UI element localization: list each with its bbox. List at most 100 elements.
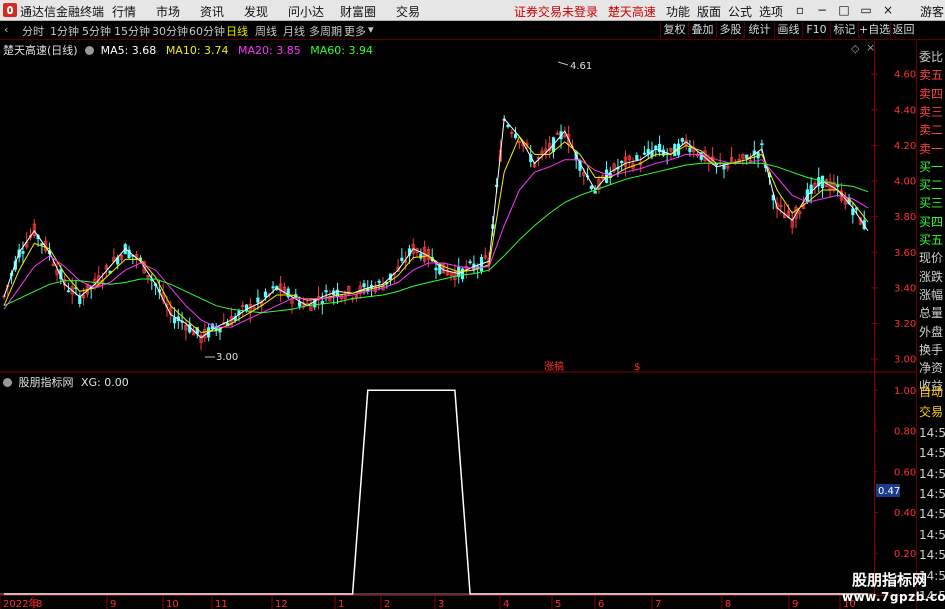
quote-row-label: 卖二	[919, 123, 944, 138]
title-bar: 通达信金融终端 行情 市场 资讯 发现 问小达 财富圈 交易 证券交易未登录 楚…	[0, 0, 945, 21]
menu-item-discover[interactable]: 发现	[244, 3, 268, 20]
menu-item-options[interactable]: 选项	[759, 3, 783, 20]
ma60-line	[3, 162, 869, 314]
quote-row-label: 涨跌	[919, 269, 944, 284]
tick-time: 14:56	[919, 507, 945, 522]
period-1min[interactable]: 1分钟	[50, 23, 79, 39]
high-marker-line	[557, 61, 569, 66]
quote-row-label: 卖三	[919, 104, 944, 119]
period-weekly[interactable]: 周线	[255, 23, 277, 39]
draw-line-button[interactable]: 画线	[774, 22, 802, 38]
quote-row-label: 净资	[919, 361, 944, 376]
menu-item-formula[interactable]: 公式	[728, 3, 752, 20]
kline-chart[interactable]: 4.60 4.40 4.20 4.00 3.80 3.60 3.40 3.20 3.00 1.00…	[0, 41, 916, 609]
quote-row-label: 买四	[919, 214, 944, 229]
period-30min[interactable]: 30分钟	[152, 23, 188, 39]
price-tick-label: 3.40	[894, 283, 916, 294]
more-dropdown-icon[interactable]: ▾	[368, 23, 374, 36]
price-tick-label: 3.00	[894, 355, 916, 366]
event-label[interactable]: 涨稿	[544, 360, 564, 373]
prev-arrow-icon[interactable]: ‹	[4, 23, 8, 36]
low-price-label: 3.00	[216, 352, 238, 363]
menu-item-ask-assistant[interactable]: 问小达	[288, 3, 324, 20]
date-tick-label: 9	[110, 599, 116, 609]
price-tick-label: 4.40	[894, 105, 916, 116]
period-monthly[interactable]: 月线	[283, 23, 305, 39]
add-watchlist-button[interactable]: +自选	[858, 22, 890, 38]
multi-stock-button[interactable]: 多股	[716, 22, 744, 38]
candle-body	[460, 268, 465, 280]
quote-row-label: 外盘	[919, 324, 944, 339]
period-60min[interactable]: 60分钟	[189, 23, 225, 39]
date-tick-label: 2	[384, 599, 390, 609]
menu-item-functions[interactable]: 功能	[666, 3, 690, 20]
candle-body	[745, 154, 749, 159]
date-tick-label: 12	[275, 599, 288, 609]
period-5min[interactable]: 5分钟	[82, 23, 111, 39]
statistics-button[interactable]: 统计	[744, 22, 774, 38]
menu-item-layout[interactable]: 版面	[697, 3, 721, 20]
date-tick-label: 1	[338, 599, 344, 609]
quote-row-label: 总量	[919, 306, 944, 321]
candle-body	[324, 290, 328, 293]
ma10-line	[3, 135, 869, 333]
price-tick-label: 3.20	[894, 319, 916, 330]
period-daily[interactable]: 日线	[226, 23, 248, 39]
f10-button[interactable]: F10	[802, 22, 830, 38]
auto-trade-label[interactable]: 交易	[919, 404, 943, 420]
candle-body	[40, 243, 44, 246]
candle-body	[468, 261, 472, 264]
stock-name-tab: 楚天高速	[607, 5, 656, 19]
indicator-tick-label: 0.20	[894, 549, 916, 560]
adjust-button[interactable]: 复权	[660, 22, 688, 38]
quote-row-label: 卖五	[919, 68, 944, 83]
quote-row-label: 涨幅	[919, 287, 944, 302]
candle-body	[589, 185, 593, 190]
app-logo-icon	[3, 3, 17, 17]
event-marker-icon[interactable]: $	[634, 362, 640, 373]
candle-body	[256, 297, 260, 303]
restore-icon[interactable]: ▭	[859, 3, 873, 17]
ma20-line	[3, 153, 869, 328]
candle-body	[593, 191, 597, 194]
quote-row-label: 委比	[919, 50, 944, 64]
watermark-url: www.7gpzb.com	[842, 590, 945, 604]
date-tick-label: 5	[555, 599, 561, 609]
date-tick-label: 4	[503, 599, 509, 609]
user-label[interactable]: 游客	[920, 3, 944, 20]
period-15min[interactable]: 15分钟	[114, 23, 150, 39]
candle-body	[21, 251, 25, 254]
menu-item-news[interactable]: 资讯	[200, 3, 224, 20]
minimize-icon[interactable]: −	[815, 3, 829, 17]
period-more[interactable]: 更多	[344, 23, 366, 39]
candle-body	[172, 317, 177, 324]
ma5-line	[3, 117, 869, 339]
period-multi[interactable]: 多周期	[309, 23, 342, 39]
candle-body	[362, 283, 366, 288]
back-button[interactable]: 返回	[890, 22, 916, 38]
tick-time: 14:56	[919, 466, 945, 481]
menu-dropdown-icon[interactable]: ▫	[793, 3, 807, 17]
period-intraday[interactable]: 分时	[22, 23, 44, 39]
candle-body	[434, 267, 438, 271]
tick-time: 14:56	[919, 446, 945, 461]
menu-item-wealth-circle[interactable]: 财富圈	[340, 3, 376, 20]
high-price-label: 4.61	[570, 61, 592, 72]
candle-body	[400, 257, 404, 261]
menu-item-market[interactable]: 市场	[156, 3, 180, 20]
maximize-icon[interactable]: □	[837, 3, 851, 17]
quote-panel: 委比 卖五 卖四 卖三 卖二 卖一 买一 买二 买三 买四 买五 现价 涨跌 涨幅 总量 外盘 换手 净资 收益 自动…	[916, 41, 945, 609]
date-tick-label: 8	[725, 599, 731, 609]
app-title: 通达信金融终端	[20, 5, 105, 19]
trade-login-status[interactable]: 证券交易未登录 楚天高速	[514, 3, 656, 20]
candle-body	[419, 253, 423, 259]
auto-trade-label[interactable]: 自动	[919, 384, 943, 400]
indicator-tick-label: 0.80	[894, 427, 916, 438]
close-icon[interactable]: ×	[881, 3, 895, 17]
quote-row-label: 买三	[919, 196, 944, 211]
menu-item-trade[interactable]: 交易	[396, 3, 420, 20]
menu-item-market-quotes[interactable]: 行情	[112, 3, 136, 20]
candle-body	[263, 291, 268, 298]
mark-button[interactable]: 标记	[830, 22, 858, 38]
overlay-button[interactable]: 叠加	[688, 22, 716, 38]
